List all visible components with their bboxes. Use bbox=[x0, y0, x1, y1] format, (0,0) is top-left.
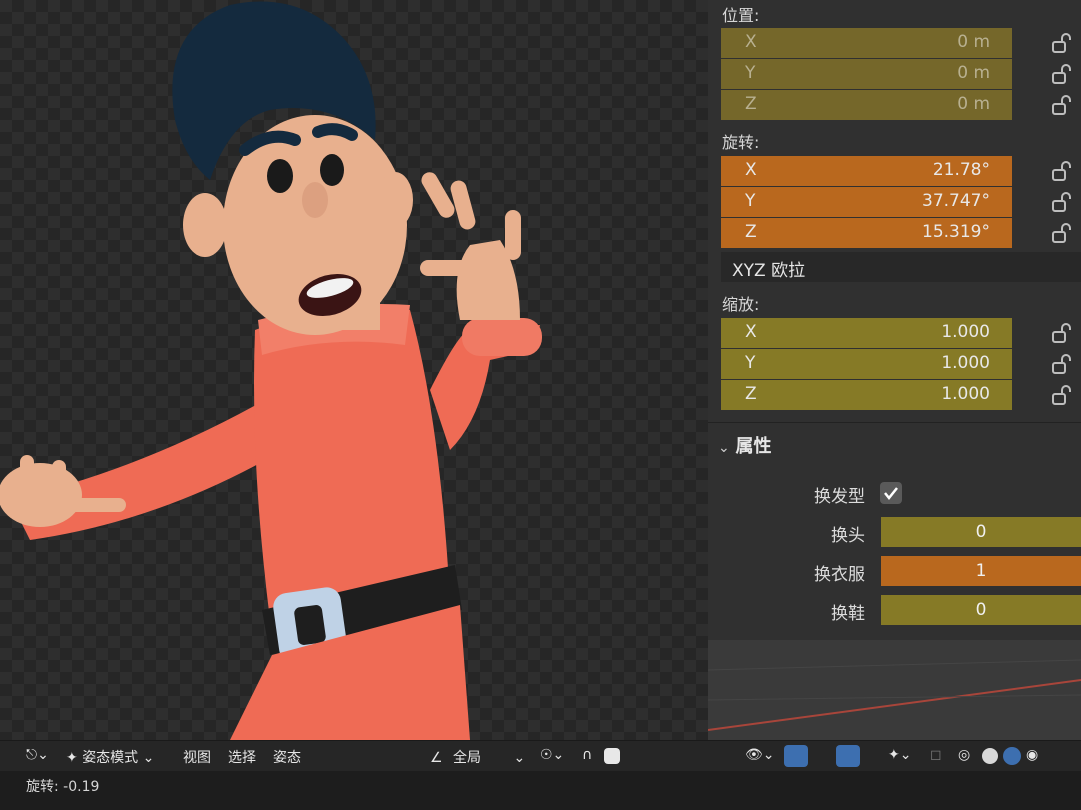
properties-panel: 位置: X0 m Y0 m Z0 m 旋转: X 21.78° Y 37.747° … bbox=[708, 0, 1081, 640]
snap-target-icon[interactable] bbox=[604, 748, 620, 764]
transform-orientation-icon: ∠ bbox=[430, 750, 443, 766]
orientation-label: 全局 bbox=[453, 750, 482, 766]
prop-label-head: 换头 bbox=[831, 526, 865, 546]
pose-icon: ✦ bbox=[66, 750, 78, 766]
xray-toggle-icon[interactable]: ◻ bbox=[930, 747, 942, 763]
lock-icon[interactable] bbox=[1050, 191, 1072, 213]
checkmark-icon bbox=[884, 487, 898, 501]
chevron-down-icon: ⌄ bbox=[718, 440, 730, 456]
scale-label: 缩放: bbox=[722, 295, 760, 314]
mode-dropdown[interactable]: ✦ 姿态模式 ⌄ bbox=[66, 747, 154, 767]
hair-checkbox[interactable] bbox=[880, 482, 902, 504]
shading-wireframe-icon[interactable]: ◎ bbox=[958, 747, 970, 763]
snap-icon[interactable]: ∩ bbox=[582, 747, 592, 763]
prop-label-hair: 换发型 bbox=[814, 487, 865, 507]
status-text: 旋转: -0.19 bbox=[26, 779, 100, 795]
lock-icon[interactable] bbox=[1050, 222, 1072, 244]
rotation-label: 旋转: bbox=[722, 133, 760, 152]
location-x-field[interactable]: X0 m bbox=[721, 28, 1012, 58]
menu-select[interactable]: 选择 bbox=[228, 747, 256, 767]
lock-icon[interactable] bbox=[1050, 32, 1072, 54]
gizmo-icon[interactable] bbox=[784, 745, 808, 767]
pivot-icon[interactable]: ☉⌄ bbox=[540, 747, 564, 763]
xray-pose-icon[interactable]: ✦⌄ bbox=[888, 747, 911, 763]
lock-icon[interactable] bbox=[1050, 322, 1072, 344]
rotation-x-field[interactable]: X 21.78° bbox=[721, 156, 1012, 186]
location-z-field[interactable]: Z0 m bbox=[721, 90, 1012, 120]
properties-header-label: 属性 bbox=[735, 436, 772, 457]
rotation-mode-dropdown[interactable]: XYZ 欧拉 bbox=[721, 252, 1081, 282]
properties-section-header[interactable]: ⌄ 属性 bbox=[718, 432, 771, 458]
menu-pose[interactable]: 姿态 bbox=[273, 747, 301, 767]
rotation-z-field[interactable]: Z 15.319° bbox=[721, 218, 1012, 248]
rotation-y-field[interactable]: Y 37.747° bbox=[721, 187, 1012, 217]
shading-solid-icon[interactable] bbox=[982, 748, 998, 764]
chevron-down-icon: ⌄ bbox=[513, 750, 526, 766]
viewport-grid-area[interactable] bbox=[708, 640, 1081, 740]
3d-viewport[interactable] bbox=[0, 0, 708, 740]
scale-y-field[interactable]: Y 1.000 bbox=[721, 349, 1012, 379]
mode-label: 姿态模式 bbox=[82, 750, 139, 766]
lock-icon[interactable] bbox=[1050, 94, 1072, 116]
editor-type-icon[interactable]: ⎋⌄ bbox=[26, 747, 49, 763]
menu-view[interactable]: 视图 bbox=[183, 747, 211, 767]
scale-z-field[interactable]: Z 1.000 bbox=[721, 380, 1012, 410]
prop-label-shoes: 换鞋 bbox=[831, 604, 865, 624]
overlay-icon[interactable] bbox=[836, 745, 860, 767]
shoes-field[interactable]: 0 bbox=[881, 595, 1081, 625]
head-field[interactable]: 0 bbox=[881, 517, 1081, 547]
status-bar: 旋转: -0.19 bbox=[0, 771, 1081, 810]
lock-icon[interactable] bbox=[1050, 384, 1072, 406]
viewport-header-toolbar: ⎋⌄ ✦ 姿态模式 ⌄ 视图 选择 姿态 ∠ 全局 ⌄ ☉⌄ ∩ 👁⌄ ✦⌄ ◻… bbox=[0, 740, 1081, 771]
location-y-field[interactable]: Y0 m bbox=[721, 59, 1012, 89]
lock-icon[interactable] bbox=[1050, 353, 1072, 375]
character-render bbox=[0, 1, 542, 740]
lock-icon[interactable] bbox=[1050, 160, 1072, 182]
location-label: 位置: bbox=[722, 6, 760, 25]
shading-rendered-icon[interactable]: ◉ bbox=[1026, 747, 1038, 763]
lock-icon[interactable] bbox=[1050, 63, 1072, 85]
left-hand bbox=[0, 463, 82, 527]
prop-label-clothes: 换衣服 bbox=[814, 565, 865, 585]
visibility-icon[interactable]: 👁⌄ bbox=[745, 747, 775, 763]
scale-x-field[interactable]: X 1.000 bbox=[721, 318, 1012, 348]
clothes-field[interactable]: 1 bbox=[881, 556, 1081, 586]
orientation-dropdown[interactable]: ∠ 全局 ⌄ bbox=[430, 747, 525, 767]
shading-material-icon[interactable] bbox=[1003, 747, 1021, 765]
chevron-down-icon: ⌄ bbox=[142, 750, 155, 766]
